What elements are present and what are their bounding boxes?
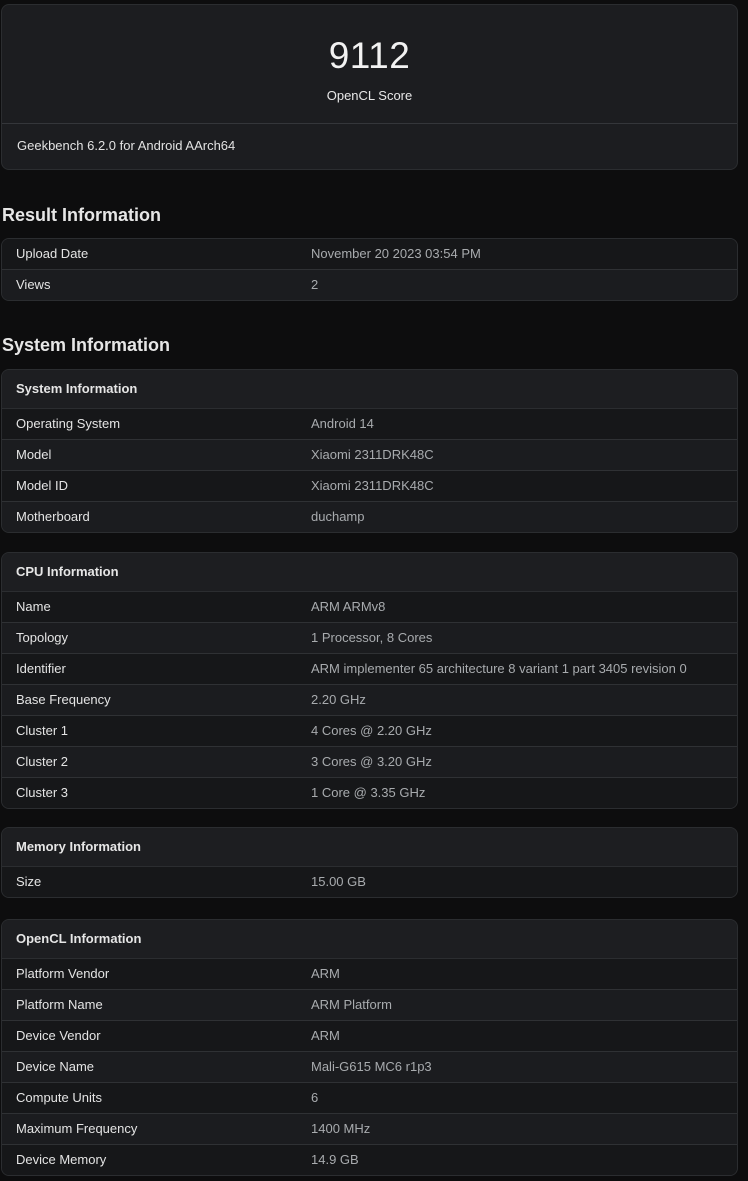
row-key: Upload Date xyxy=(16,246,89,261)
table-row: Model ID Xiaomi 2311DRK48C xyxy=(2,471,737,502)
table-row: Maximum Frequency 1400 MHz xyxy=(2,1114,737,1145)
table-row: Cluster 2 3 Cores @ 3.20 GHz xyxy=(2,747,737,778)
row-key: Views xyxy=(16,277,51,292)
row-key: Platform Name xyxy=(16,997,103,1012)
table-row: Model Xiaomi 2311DRK48C xyxy=(2,440,737,471)
score-card: 9112 OpenCL Score Geekbench 6.2.0 for An… xyxy=(1,4,738,170)
row-value: 2 xyxy=(311,277,319,292)
row-value: 4 Cores @ 2.20 GHz xyxy=(311,723,432,738)
table-row: Device Memory 14.9 GB xyxy=(2,1145,737,1175)
row-value: 2.20 GHz xyxy=(311,692,366,707)
table-row: Name ARM ARMv8 xyxy=(2,592,737,623)
system-information-heading: System Information xyxy=(2,335,171,355)
row-value: Mali-G615 MC6 r1p3 xyxy=(311,1059,432,1074)
row-value: 1 Core @ 3.35 GHz xyxy=(311,785,426,800)
row-value: ARM Platform xyxy=(311,997,392,1012)
row-key: Size xyxy=(16,874,42,889)
row-key: Device Vendor xyxy=(16,1028,101,1043)
row-key: Model xyxy=(16,447,52,462)
table-row: Views 2 xyxy=(2,270,737,300)
row-value: ARM xyxy=(311,1028,340,1043)
row-value: ARM implementer 65 architecture 8 varian… xyxy=(311,661,687,676)
system-information-card-title: System Information xyxy=(2,370,737,409)
row-key: Name xyxy=(16,599,51,614)
result-information-heading: Result Information xyxy=(2,205,162,225)
table-row: Size 15.00 GB xyxy=(2,867,737,897)
result-information-table: Upload Date November 20 2023 03:54 PM Vi… xyxy=(1,238,738,301)
row-value: ARM xyxy=(311,966,340,981)
row-key: Model ID xyxy=(16,478,69,493)
row-key: Platform Vendor xyxy=(16,966,110,981)
row-value: 1400 MHz xyxy=(311,1121,371,1136)
divider xyxy=(2,123,737,124)
row-key: Topology xyxy=(16,630,69,645)
table-row: Identifier ARM implementer 65 architectu… xyxy=(2,654,737,685)
opencl-information-card-title: OpenCL Information xyxy=(2,920,737,959)
table-row: Platform Name ARM Platform xyxy=(2,990,737,1021)
row-value: Xiaomi 2311DRK48C xyxy=(311,478,434,493)
opencl-information-table: OpenCL Information Platform Vendor ARM P… xyxy=(1,919,738,1176)
row-key: Device Name xyxy=(16,1059,95,1074)
table-row: Upload Date November 20 2023 03:54 PM xyxy=(2,239,737,270)
row-key: Maximum Frequency xyxy=(16,1121,138,1136)
row-key: Base Frequency xyxy=(16,692,111,707)
opencl-score-value: 9112 xyxy=(328,35,411,76)
row-key: Cluster 1 xyxy=(16,723,69,738)
opencl-score-label: OpenCL Score xyxy=(326,88,413,103)
table-row: Cluster 3 1 Core @ 3.35 GHz xyxy=(2,778,737,808)
table-row: Compute Units 6 xyxy=(2,1083,737,1114)
table-row: Base Frequency 2.20 GHz xyxy=(2,685,737,716)
row-value: November 20 2023 03:54 PM xyxy=(311,246,481,261)
row-key: Compute Units xyxy=(16,1090,102,1105)
table-row: Device Name Mali-G615 MC6 r1p3 xyxy=(2,1052,737,1083)
cpu-information-card-title: CPU Information xyxy=(2,553,737,592)
row-value: 6 xyxy=(311,1090,319,1105)
row-value: 15.00 GB xyxy=(311,874,366,889)
row-value: 3 Cores @ 3.20 GHz xyxy=(311,754,432,769)
row-value: 14.9 GB xyxy=(311,1152,359,1167)
row-key: Device Memory xyxy=(16,1152,107,1167)
system-information-table: System Information Operating System Andr… xyxy=(1,369,738,533)
memory-information-card-title: Memory Information xyxy=(2,828,737,867)
table-row: Device Vendor ARM xyxy=(2,1021,737,1052)
row-value: 1 Processor, 8 Cores xyxy=(311,630,433,645)
row-key: Operating System xyxy=(16,416,121,431)
row-key: Cluster 2 xyxy=(16,754,69,769)
row-key: Identifier xyxy=(16,661,66,676)
memory-information-table: Memory Information Size 15.00 GB xyxy=(1,827,738,898)
row-value: Android 14 xyxy=(311,416,374,431)
table-row: Motherboard duchamp xyxy=(2,502,737,532)
cpu-information-table: CPU Information Name ARM ARMv8 Topology … xyxy=(1,552,738,809)
row-key: Cluster 3 xyxy=(16,785,69,800)
table-row: Cluster 1 4 Cores @ 2.20 GHz xyxy=(2,716,737,747)
table-row: Topology 1 Processor, 8 Cores xyxy=(2,623,737,654)
row-value: ARM ARMv8 xyxy=(311,599,386,614)
row-value: Xiaomi 2311DRK48C xyxy=(311,447,434,462)
row-value: duchamp xyxy=(311,509,365,524)
benchmark-version: Geekbench 6.2.0 for Android AArch64 xyxy=(17,138,236,153)
row-key: Motherboard xyxy=(16,509,90,524)
table-row: Operating System Android 14 xyxy=(2,409,737,440)
table-row: Platform Vendor ARM xyxy=(2,959,737,990)
